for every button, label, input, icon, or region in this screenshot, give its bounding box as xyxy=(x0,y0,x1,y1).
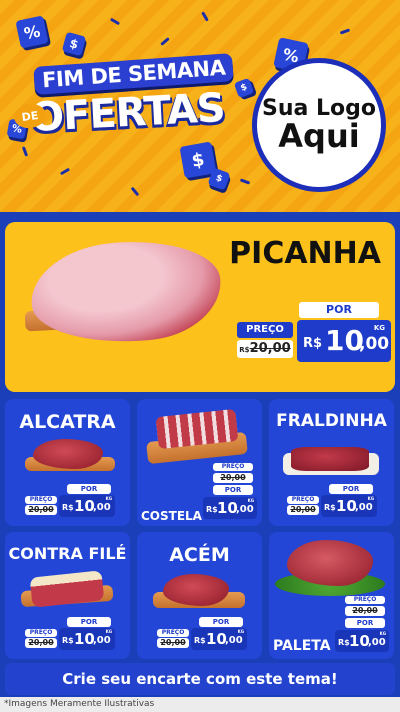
current-price: R$ 10 ,00 KG xyxy=(191,628,247,650)
logo-line2: Aqui xyxy=(278,116,360,155)
old-price: 20,00 xyxy=(25,638,57,648)
current-price: R$ 10 ,00 KG xyxy=(203,497,257,519)
preco-label: PREÇO xyxy=(237,322,293,338)
confetti xyxy=(339,28,351,35)
confetti xyxy=(160,37,170,46)
confetti xyxy=(59,167,71,176)
current-price: R$ 10 ,00 KG xyxy=(59,628,115,650)
product-name: PALETA xyxy=(273,638,331,654)
confetti xyxy=(201,11,209,22)
product-card-paleta[interactable]: PREÇO 20,00 POR PALETA R$ 10 ,00 KG xyxy=(269,532,394,659)
current-price: R$ 10 ,00 KG xyxy=(335,630,389,652)
current-price: R$ 10 ,00 KG xyxy=(321,495,377,517)
por-label: POR xyxy=(67,484,111,494)
product-card-alcatra[interactable]: ALCATRA POR PREÇO 20,00 R$ 10 ,00 KG xyxy=(5,399,130,526)
old-price: 20,00 xyxy=(213,473,253,483)
fraldinha-image xyxy=(291,447,369,471)
product-card-costela[interactable]: PREÇO 20,00 POR COSTELA R$ 10 ,00 KG xyxy=(137,399,262,526)
por-label: POR xyxy=(299,302,379,318)
alcatra-image xyxy=(33,439,103,469)
dollar-cube-icon: $ xyxy=(61,31,87,57)
preco-label: PREÇO xyxy=(25,629,57,637)
featured-price-tag: POR PREÇO R$20,00 R$ 10 ,00 KG xyxy=(237,302,392,372)
logo-placeholder[interactable]: Sua Logo Aqui xyxy=(252,58,386,192)
product-name: FRALDINHA xyxy=(276,411,387,431)
preco-label: PREÇO xyxy=(25,496,57,504)
por-label: POR xyxy=(329,484,373,494)
percent-cube-icon: % xyxy=(15,15,49,49)
confetti xyxy=(130,186,140,197)
old-price: 20,00 xyxy=(25,505,57,515)
por-label: POR xyxy=(213,485,253,495)
picanha-image xyxy=(27,233,225,351)
confetti xyxy=(21,146,29,157)
confetti xyxy=(239,178,251,185)
product-name: CONTRA FILÉ xyxy=(8,544,127,563)
preco-label: PREÇO xyxy=(287,496,319,504)
header-banner: % $ % $ % $ $ FIM DE SEMANA OFERTAS DE S… xyxy=(0,0,400,212)
por-label: POR xyxy=(345,618,385,628)
current-price: R$ 10 ,00 KG xyxy=(297,320,391,362)
old-price: 20,00 xyxy=(157,638,189,648)
current-price: R$ 10 ,00 KG xyxy=(59,495,115,517)
old-price: 20,00 xyxy=(287,505,319,515)
old-price: R$20,00 xyxy=(237,340,293,358)
featured-product-name: PICANHA xyxy=(229,236,381,271)
product-card-fraldinha[interactable]: FRALDINHA POR PREÇO 20,00 R$ 10 ,00 KG xyxy=(269,399,394,526)
por-label: POR xyxy=(199,617,243,627)
product-name: COSTELA xyxy=(141,509,202,523)
disclaimer-text: *Imagens Meramente Ilustrativas xyxy=(0,697,400,712)
acem-image xyxy=(163,574,229,606)
product-card-contra-file[interactable]: CONTRA FILÉ POR PREÇO 20,00 R$ 10 ,00 KG xyxy=(5,532,130,659)
preco-label: PREÇO xyxy=(213,463,253,471)
paleta-image xyxy=(287,540,373,586)
old-price: 20,00 xyxy=(345,606,385,616)
confetti xyxy=(109,17,121,26)
cta-button[interactable]: Crie seu encarte com este tema! xyxy=(5,663,395,695)
featured-product-card[interactable]: PICANHA POR PREÇO R$20,00 R$ 10 ,00 KG xyxy=(5,222,395,392)
preco-label: PREÇO xyxy=(157,629,189,637)
preco-label: PREÇO xyxy=(345,596,385,604)
product-name: ALCATRA xyxy=(19,411,116,433)
por-label: POR xyxy=(67,617,111,627)
product-card-acem[interactable]: ACÉM POR PREÇO 20,00 R$ 10 ,00 KG xyxy=(137,532,262,659)
promo-title: FIM DE SEMANA OFERTAS DE xyxy=(12,53,239,142)
promo-title-line2: OFERTAS xyxy=(28,84,226,142)
product-name: ACÉM xyxy=(169,544,230,566)
